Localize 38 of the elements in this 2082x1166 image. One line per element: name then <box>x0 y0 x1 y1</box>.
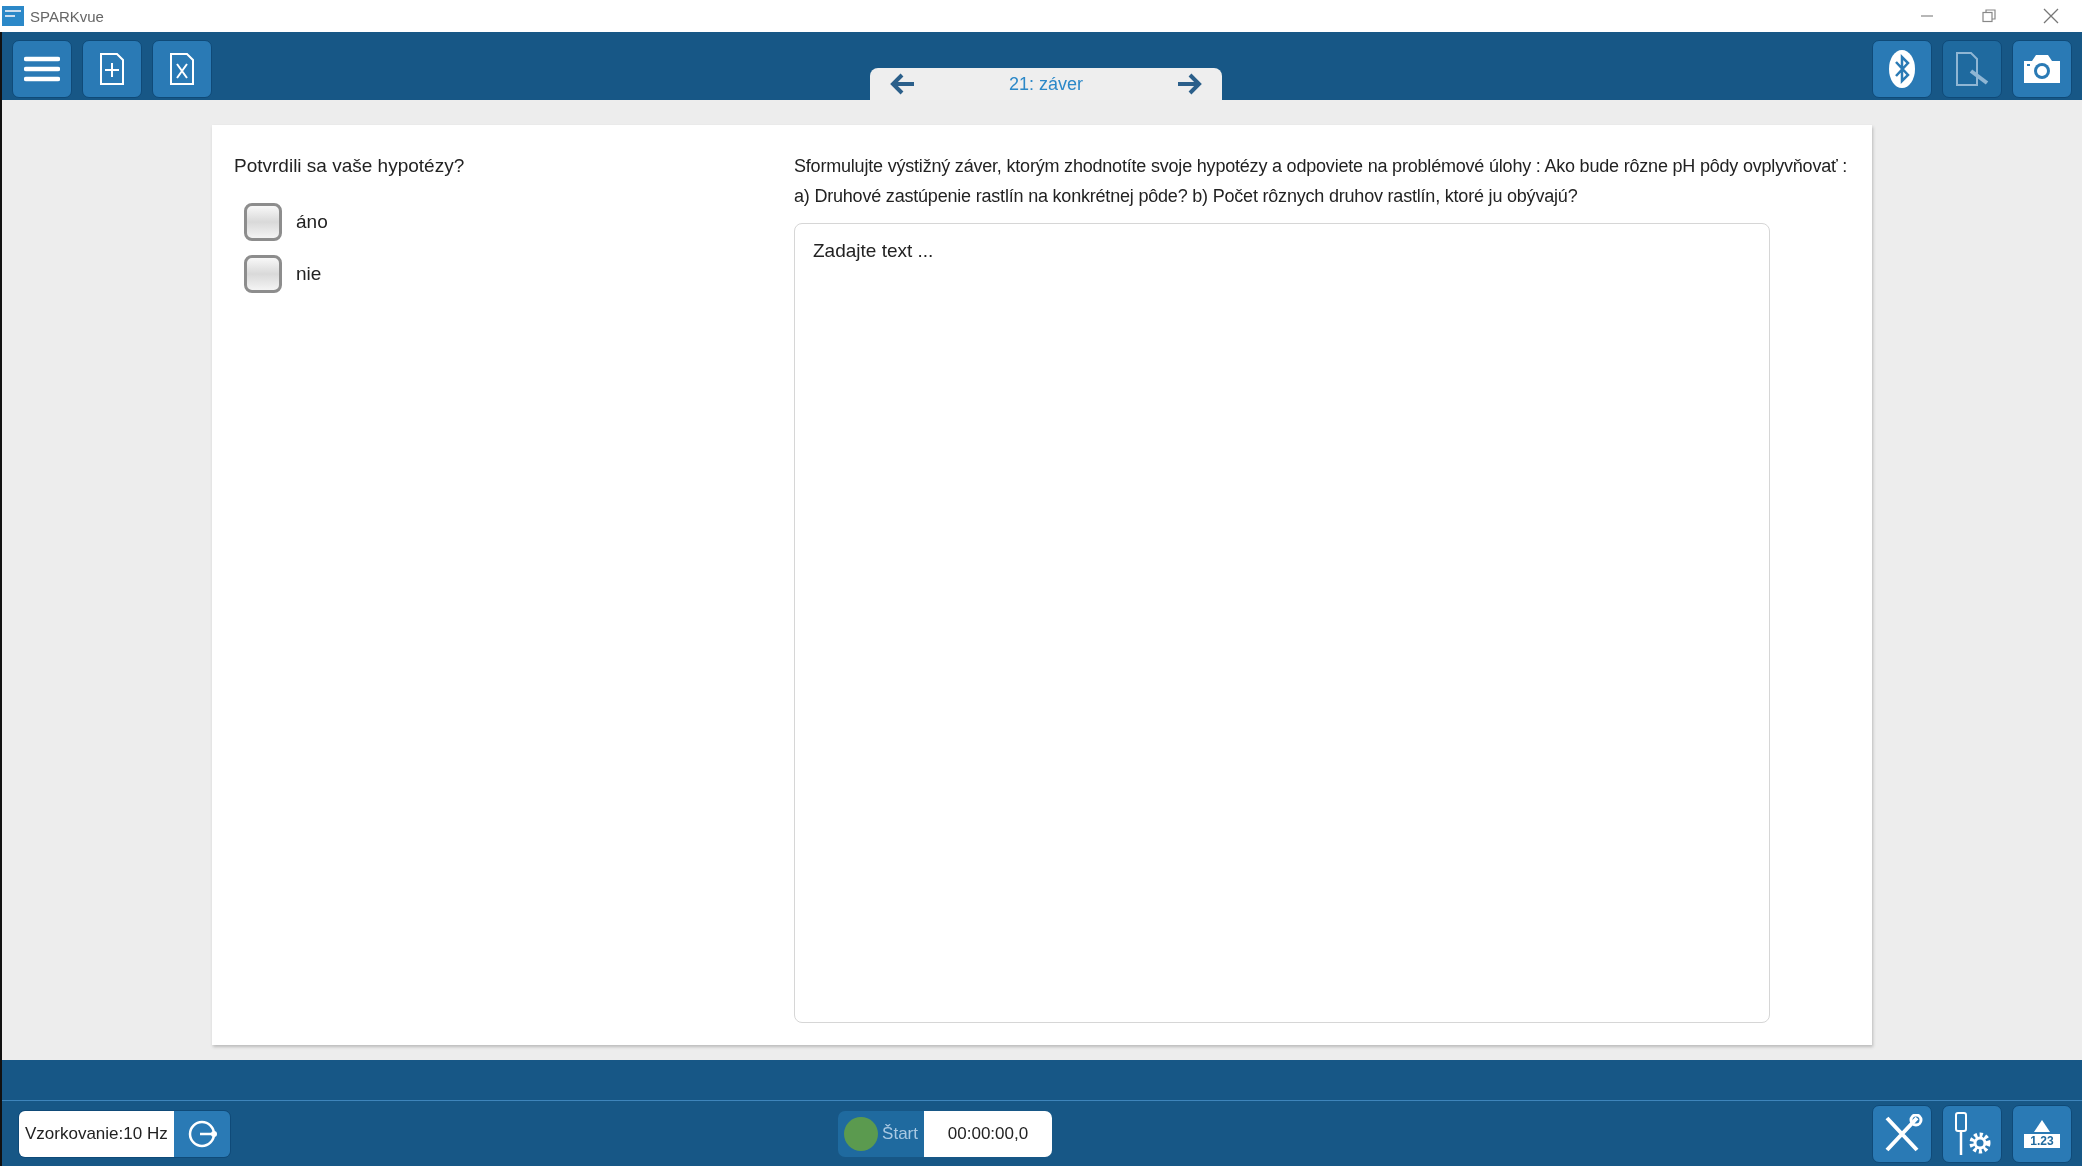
bluetooth-icon <box>1888 49 1916 89</box>
arrow-right-icon <box>1176 73 1202 95</box>
timer-display: 00:00:00,0 <box>924 1110 1052 1157</box>
question-text: Sformulujte výstižný záver, ktorým zhodnotíte svoje hypotézy a odpoviete na problémové úlohy : Ako bude rôzne pH pôdy ovplyvňovať : a) Druhové zastúpenie rastlín na konkrétnej pôde? b) Počet rôznych druhov rastlín, ktoré ju obývajú? <box>794 155 1849 208</box>
menu-button[interactable] <box>12 40 72 98</box>
sampling-options-button[interactable] <box>173 1110 230 1157</box>
tools-button[interactable] <box>1872 1104 1932 1163</box>
next-page-button[interactable] <box>1176 73 1202 95</box>
start-button[interactable]: Štart <box>838 1110 924 1157</box>
page-pen-icon <box>1953 51 1991 87</box>
new-page-button[interactable] <box>82 40 142 98</box>
page-plus-icon <box>99 52 125 86</box>
close-icon[interactable] <box>2043 8 2059 24</box>
sensor-settings-button[interactable] <box>1942 1104 2002 1163</box>
checkbox[interactable] <box>244 255 282 293</box>
checkbox[interactable] <box>244 203 282 241</box>
restore-icon[interactable] <box>1982 9 1996 23</box>
option-label: áno <box>296 211 328 233</box>
bluetooth-button[interactable] <box>1872 40 1932 98</box>
annotate-button[interactable] <box>1942 40 2002 98</box>
question-text: Potvrdili sa vaše hypotézy? <box>234 154 466 178</box>
answer-box[interactable]: Zadajte text ... <box>794 223 1770 1023</box>
sampling-rate-label: Vzorkovanie:10 Hz <box>19 1110 174 1157</box>
record-icon <box>844 1116 879 1151</box>
triangle-icon <box>2034 1119 2050 1132</box>
app-logo-icon <box>2 6 24 26</box>
snapshot-button[interactable] <box>2012 40 2072 98</box>
digits-display-button[interactable]: 1.23 <box>2012 1104 2072 1163</box>
window-title: SPARKvue <box>30 7 104 25</box>
previous-page-button[interactable] <box>890 73 916 95</box>
page-x-icon <box>169 52 195 86</box>
page-title: 21: záver <box>1008 73 1083 95</box>
sampling-rate-control[interactable]: Vzorkovanie:10 Hz <box>18 1109 231 1158</box>
delete-page-button[interactable] <box>152 40 212 98</box>
option-label: nie <box>296 263 322 285</box>
arrow-left-icon <box>890 73 916 95</box>
menu-icon <box>24 55 60 83</box>
camera-icon <box>2022 53 2062 85</box>
